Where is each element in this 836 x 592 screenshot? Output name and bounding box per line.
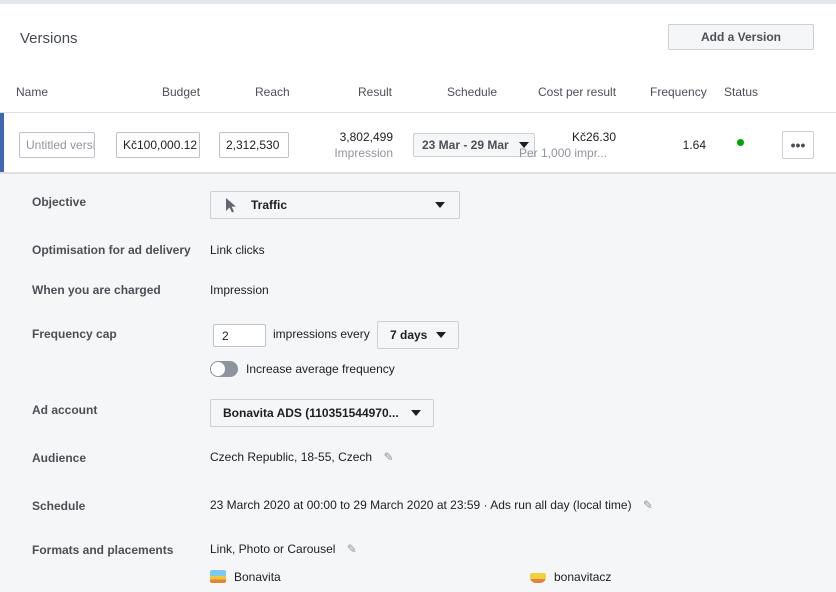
budget-input[interactable]: Kč100,000.12 xyxy=(116,132,200,158)
cost-per-result-value: Kč26.30 xyxy=(571,130,616,144)
ad-account-dropdown[interactable]: Bonavita ADS (110351544970... xyxy=(210,399,434,427)
more-options-button[interactable]: ••• xyxy=(782,131,814,159)
column-header-frequency[interactable]: Frequency xyxy=(650,85,707,99)
frequency-value: 1.64 xyxy=(682,138,706,152)
objective-dropdown[interactable]: Traffic xyxy=(210,191,460,219)
charged-label: When you are charged xyxy=(32,283,161,297)
top-border xyxy=(0,0,836,4)
page-name-bonavita: Bonavita xyxy=(234,570,281,584)
column-header-reach[interactable]: Reach xyxy=(255,85,290,99)
reach-input[interactable]: 2,312,530 xyxy=(219,132,289,158)
ellipsis-icon: ••• xyxy=(790,137,806,153)
edit-pencil-icon[interactable]: ✎ xyxy=(383,450,393,464)
schedule-dropdown-label: 23 Mar - 29 Mar xyxy=(422,138,509,152)
chevron-down-icon xyxy=(411,410,421,416)
schedule-row: 23 March 2020 at 00:00 to 29 March 2020 … xyxy=(210,498,653,512)
column-header-budget[interactable]: Budget xyxy=(162,85,200,99)
optimisation-value: Link clicks xyxy=(210,243,265,257)
chevron-down-icon xyxy=(435,202,445,208)
result-value: 3,802,499 xyxy=(339,130,393,144)
cost-per-result-subtext: Per 1,000 impr... xyxy=(519,146,608,160)
schedule-value: 23 March 2020 at 00:00 to 29 March 2020 … xyxy=(210,498,632,512)
result-type: Impression xyxy=(334,146,393,160)
optimisation-label: Optimisation for ad delivery xyxy=(32,243,191,257)
edit-pencil-icon[interactable]: ✎ xyxy=(347,542,357,556)
frequency-cap-middle-text: impressions every xyxy=(273,327,370,341)
formats-label: Formats and placements xyxy=(32,543,174,557)
column-header-status[interactable]: Status xyxy=(724,85,758,99)
objective-value: Traffic xyxy=(251,198,288,212)
audience-row: Czech Republic, 18-55, Czech ✎ xyxy=(210,450,394,464)
edit-pencil-icon[interactable]: ✎ xyxy=(643,498,653,512)
row-accent-bar xyxy=(0,113,4,173)
toggle-knob xyxy=(211,362,225,376)
column-header-result[interactable]: Result xyxy=(358,85,392,99)
page-name-bonavitacz: bonavitacz xyxy=(554,570,612,584)
formats-value: Link, Photo or Carousel xyxy=(210,542,336,556)
version-details-panel xyxy=(0,173,836,592)
frequency-cap-input[interactable]: 2 xyxy=(213,324,266,347)
audience-label: Audience xyxy=(32,451,87,465)
ad-account-label: Ad account xyxy=(32,403,98,417)
add-version-button[interactable]: Add a Version xyxy=(668,24,814,50)
schedule-label: Schedule xyxy=(32,499,86,513)
objective-label: Objective xyxy=(32,195,87,209)
formats-row: Link, Photo or Carousel ✎ xyxy=(210,542,357,556)
audience-value: Czech Republic, 18-55, Czech xyxy=(210,450,373,464)
increase-frequency-toggle[interactable] xyxy=(210,361,238,377)
status-indicator xyxy=(737,139,744,146)
frequency-period-value: 7 days xyxy=(390,328,428,342)
bonavita-page-icon xyxy=(210,570,226,583)
charged-value: Impression xyxy=(210,283,269,297)
cursor-icon xyxy=(226,198,236,213)
version-name-input[interactable]: Untitled version xyxy=(19,132,95,158)
column-header-cost-per-result[interactable]: Cost per result xyxy=(538,85,616,99)
schedule-dropdown[interactable]: 23 Mar - 29 Mar xyxy=(413,133,535,157)
section-title: Versions xyxy=(20,30,78,47)
increase-frequency-label: Increase average frequency xyxy=(246,362,395,376)
column-header-name[interactable]: Name xyxy=(16,85,48,99)
bonavitacz-page-icon xyxy=(530,570,546,583)
frequency-period-dropdown[interactable]: 7 days xyxy=(377,321,459,349)
column-header-schedule[interactable]: Schedule xyxy=(447,85,497,99)
chevron-down-icon xyxy=(436,332,446,338)
frequency-cap-label: Frequency cap xyxy=(32,327,117,341)
ad-account-value: Bonavita ADS (110351544970... xyxy=(223,406,399,420)
